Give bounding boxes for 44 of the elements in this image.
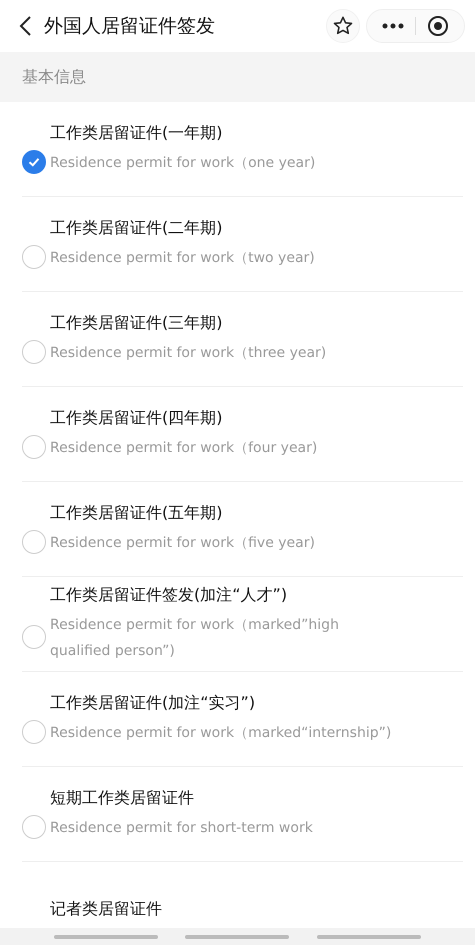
tab-indicator[interactable] [317, 934, 422, 938]
target-icon [427, 15, 449, 37]
radio-button[interactable] [22, 245, 46, 269]
option-item[interactable]: 工作类居留证件(四年期) Residence permit for work（four year) [22, 387, 463, 482]
tab-indicator[interactable] [185, 934, 290, 938]
option-title: 工作类居留证件(四年期) [50, 408, 224, 428]
option-item[interactable]: 短期工作类居留证件 Residence permit for short-term work [22, 767, 463, 862]
option-item[interactable]: 工作类居留证件(加注“实习”) Residence permit for work（marked“internship”) [22, 672, 463, 767]
option-item[interactable]: 工作类居留证件(一年期) Residence permit for work（one year) [22, 102, 463, 197]
option-item[interactable]: 工作类居留证件(五年期) Residence permit for work（five year) [22, 482, 463, 577]
option-subtitle: Residence permit for work（four year) [50, 438, 318, 458]
radio-button[interactable] [22, 815, 46, 839]
option-item[interactable]: 工作类居留证件(二年期) Residence permit for work（two year) [22, 197, 463, 292]
radio-button[interactable] [22, 720, 46, 744]
check-icon [27, 155, 41, 169]
radio-button[interactable] [22, 435, 46, 459]
option-title: 工作类居留证件签发(加注“人才”) [50, 584, 288, 606]
option-subtitle: Residence permit for work（marked“internship”) [50, 724, 392, 742]
option-title: 工作类居留证件(二年期) [50, 218, 224, 238]
option-title: 工作类居留证件(加注“实习”) [50, 692, 256, 714]
option-subtitle: Residence permit for work（five year) [50, 534, 315, 552]
option-subtitle: Residence permit for work（three year) [50, 344, 326, 362]
favorite-button[interactable] [326, 9, 360, 43]
option-subtitle: Residence permit for work（one year) [50, 154, 316, 172]
option-title: 记者类居留证件 [50, 898, 162, 920]
page-title: 外国人居留证件签发 [44, 14, 216, 39]
option-subtitle: Residence permit for work（two year) [50, 248, 315, 268]
more-icon [382, 23, 404, 29]
option-title: 工作类居留证件(五年期) [50, 502, 224, 524]
radio-button[interactable] [22, 530, 46, 554]
back-icon [18, 15, 32, 37]
section-title: 基本信息 [22, 66, 86, 88]
star-icon [332, 15, 354, 37]
option-item[interactable]: 工作类居留证件(三年期) Residence permit for work（three year) [22, 292, 463, 387]
option-subtitle: Residence permit for work（marked”high qualified person”) [50, 616, 340, 660]
radio-button[interactable] [22, 625, 46, 649]
option-title: 短期工作类居留证件 [50, 788, 195, 808]
option-title: 工作类居留证件(一年期) [50, 122, 224, 144]
radio-button[interactable] [22, 340, 46, 364]
option-item[interactable]: 工作类居留证件签发(加注“人才”) Residence permit for work（marked”high qualified person”) [22, 577, 463, 672]
option-subtitle: Residence permit for short-term work [50, 818, 313, 838]
tab-indicator[interactable] [54, 934, 158, 938]
radio-button[interactable] [22, 150, 46, 174]
option-title: 工作类居留证件(三年期) [50, 312, 224, 334]
